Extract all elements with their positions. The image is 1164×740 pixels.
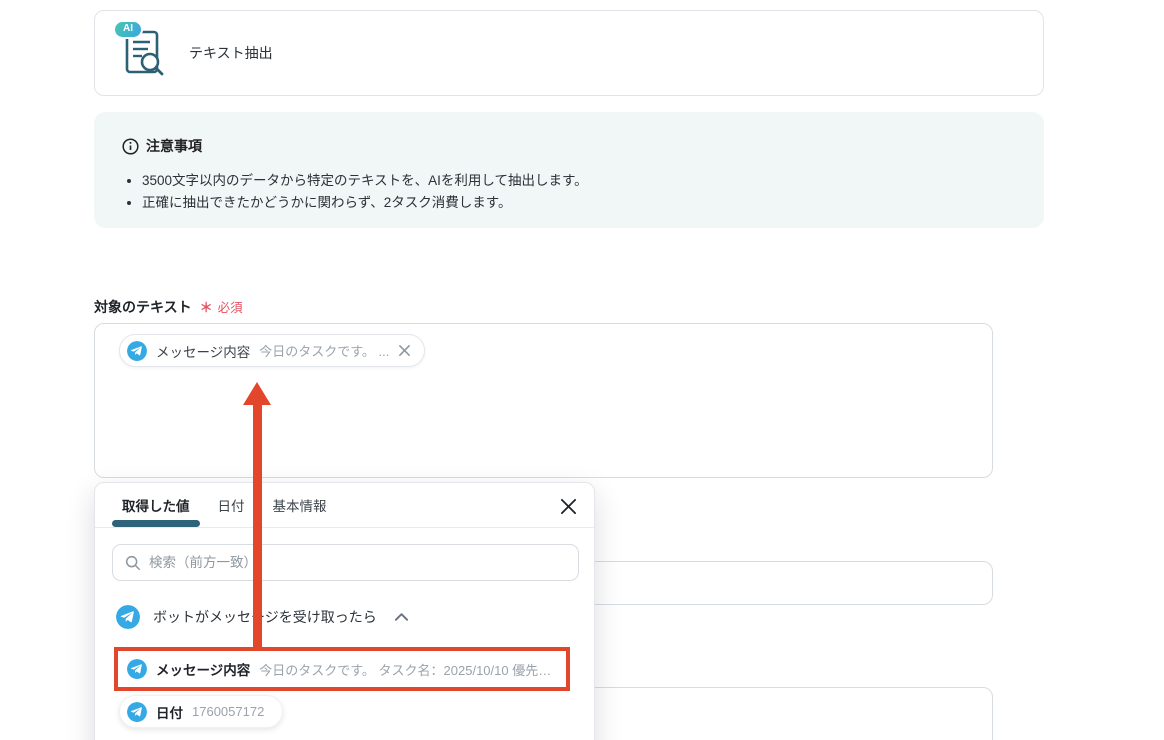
tab-basic-info[interactable]: 基本情報 [263, 483, 337, 527]
variable-item-message-content[interactable]: メッセージ内容 今日のタスクです。 タスク名：2025/10/10 優先度... [114, 647, 570, 691]
variable-search[interactable] [112, 544, 579, 581]
telegram-icon [127, 659, 147, 679]
tab-label: 基本情報 [272, 499, 327, 514]
variable-picker-popup: 取得した値 日付 基本情報 検索（前方一致） ボットがメッセージを受け取ったら … [94, 482, 595, 740]
action-header-card[interactable]: AI テキスト抽出 [94, 10, 1044, 96]
search-icon [125, 555, 140, 570]
annotation-arrow-shaft [253, 402, 262, 650]
chip-preview: 今日のタスクです。 ... [259, 344, 390, 359]
chevron-up-icon [394, 613, 408, 621]
annotation-arrow-head [243, 382, 271, 405]
popup-close-button[interactable] [558, 496, 578, 516]
chip-remove-icon[interactable] [398, 344, 411, 357]
close-icon [560, 498, 576, 514]
active-tab-underline [112, 520, 200, 527]
notice-item: 正確に抽出できたかどうかに関わらず、2タスク消費します。 [142, 192, 1016, 214]
variable-item-label: メッセージ内容 [156, 663, 251, 678]
variable-item-date[interactable]: 日付 1760057172 [119, 695, 284, 728]
text-extraction-icon: AI [113, 20, 167, 81]
trigger-group-row[interactable]: ボットがメッセージを受け取ったら [116, 605, 409, 629]
info-icon [122, 137, 139, 155]
telegram-icon [127, 340, 147, 361]
notice-item: 3500文字以内のデータから特定のテキストを、AIを利用して抽出します。 [142, 170, 1016, 192]
notice-title: 注意事項 [146, 138, 202, 154]
tab-obtained-values[interactable]: 取得した値 [112, 483, 200, 527]
target-text-label: 対象のテキスト [94, 299, 192, 315]
trigger-group-label: ボットがメッセージを受け取ったら [153, 609, 377, 625]
telegram-icon [116, 605, 140, 629]
variable-search-input[interactable] [149, 555, 566, 570]
notice-panel: 注意事項 3500文字以内のデータから特定のテキストを、AIを利用して抽出します… [94, 112, 1044, 228]
required-label: 必須 [217, 301, 243, 315]
target-text-input[interactable]: メッセージ内容 今日のタスクです。 ... [94, 323, 993, 478]
variable-item-label: 日付 [156, 705, 183, 721]
popup-tabbar: 取得した値 日付 基本情報 [95, 483, 594, 528]
collapse-toggle[interactable] [394, 612, 409, 622]
chip-label: メッセージ内容 [156, 344, 251, 360]
required-star: ＊ [199, 300, 213, 315]
ai-badge: AI [113, 20, 143, 39]
inserted-variable-chip[interactable]: メッセージ内容 今日のタスクです。 ... [119, 334, 426, 367]
tab-date[interactable]: 日付 [208, 483, 255, 527]
tab-label: 日付 [217, 499, 245, 514]
target-text-label-row: 対象のテキスト ＊ 必須 [94, 297, 243, 317]
notice-list: 3500文字以内のデータから特定のテキストを、AIを利用して抽出します。 正確に… [142, 170, 1016, 214]
action-title: テキスト抽出 [189, 45, 273, 61]
variable-item-preview: 1760057172 [192, 704, 265, 719]
tab-label: 取得した値 [122, 499, 190, 514]
variable-item-preview: 今日のタスクです。 タスク名：2025/10/10 優先度... [259, 662, 556, 678]
page: AI テキスト抽出 注意事項 3500文字以内のデータから特定のテキストを、AI… [0, 0, 1164, 740]
telegram-icon [127, 701, 147, 722]
